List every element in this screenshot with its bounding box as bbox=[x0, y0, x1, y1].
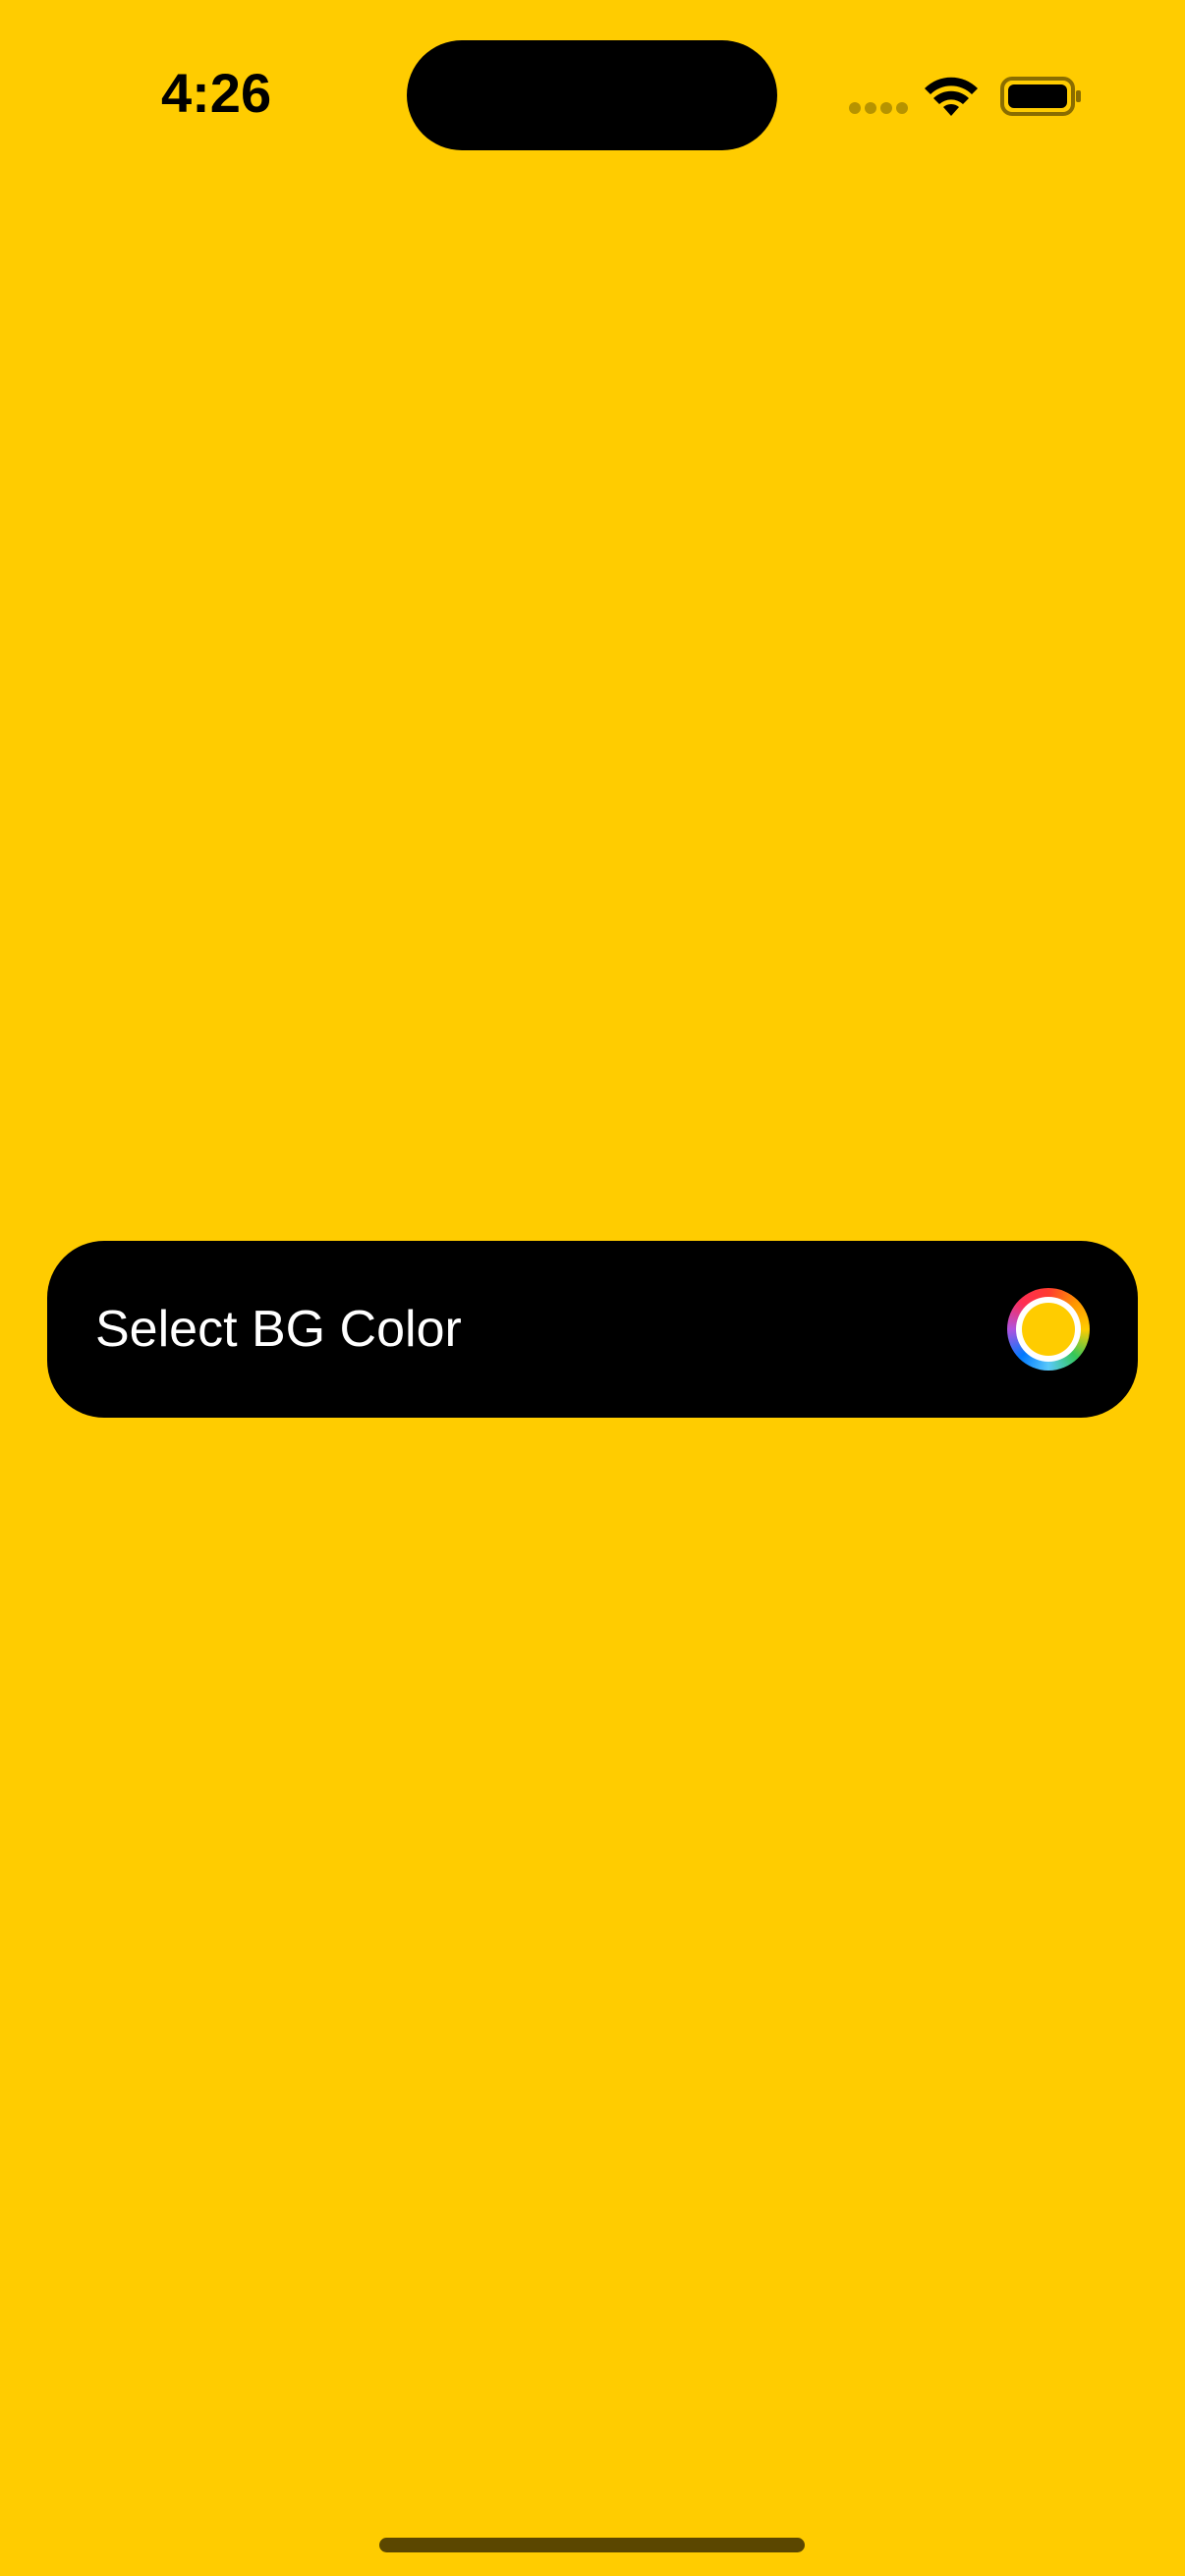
battery-icon bbox=[1000, 77, 1081, 116]
color-picker-well[interactable] bbox=[1007, 1288, 1090, 1371]
dynamic-island bbox=[407, 40, 777, 150]
wifi-icon bbox=[925, 77, 978, 116]
cellular-signal-icon bbox=[849, 102, 908, 114]
status-time: 4:26 bbox=[161, 62, 272, 124]
app-screen: 4:26 Select BG Color bbox=[0, 0, 1185, 2576]
select-bg-color-label: Select BG Color bbox=[95, 1301, 462, 1358]
selected-color-swatch bbox=[1022, 1303, 1075, 1356]
home-indicator[interactable] bbox=[379, 2538, 805, 2552]
select-bg-color-row[interactable]: Select BG Color bbox=[47, 1241, 1138, 1418]
